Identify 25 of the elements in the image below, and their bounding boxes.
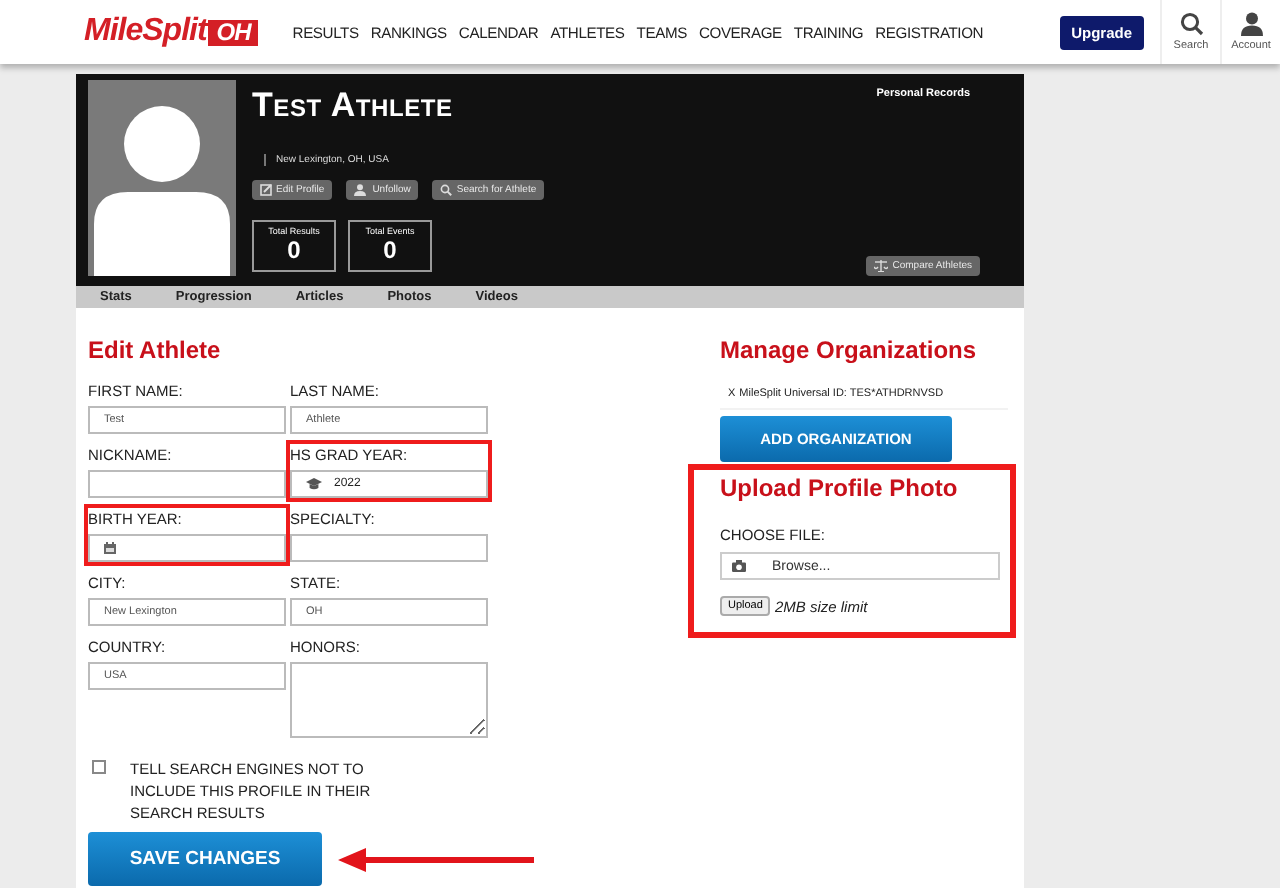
edit-icon: [260, 184, 272, 196]
input-field[interactable]: [290, 534, 488, 562]
calendar-icon: [104, 542, 116, 554]
user-icon: [354, 184, 369, 196]
textarea-field[interactable]: [290, 662, 488, 738]
logo-region-badge: OH: [208, 19, 259, 45]
checkbox[interactable]: [92, 760, 106, 774]
stat-value: 0: [383, 236, 397, 264]
input-field[interactable]: [88, 534, 286, 562]
input-field[interactable]: [88, 470, 286, 498]
logo-text: MileSplit: [84, 14, 207, 50]
user-icon[interactable]: [1239, 12, 1263, 36]
edit-athlete-heading: Edit Athlete: [88, 336, 223, 364]
manage-organizations-heading: Manage Organizations: [720, 336, 979, 364]
search-icon: [440, 184, 453, 196]
athlete-name: Test Athlete: [252, 86, 455, 126]
stat-value: 0: [287, 236, 301, 264]
logo[interactable]: MileSplit OH: [84, 14, 259, 50]
upload-photo-heading: Upload Profile Photo: [720, 474, 960, 502]
save-changes-button[interactable]: SAVE CHANGES: [88, 832, 322, 886]
avatar-placeholder-icon: [88, 80, 236, 276]
camera-icon: [732, 560, 746, 572]
graduation-cap-icon: [306, 478, 322, 490]
search-icon[interactable]: [1179, 12, 1203, 36]
scale-icon: [874, 260, 889, 272]
